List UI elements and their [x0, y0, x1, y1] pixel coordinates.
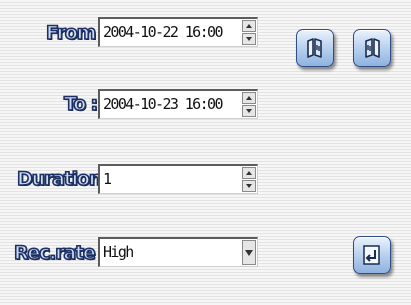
duration-spin-down-button[interactable] [242, 180, 256, 192]
to-spin-down-button[interactable] [242, 105, 256, 117]
from-spinner-buttons[interactable] [242, 20, 256, 45]
jump-start-icon [307, 38, 322, 58]
from-datetime-spinner[interactable]: 2004-10-22 16:00 [98, 17, 258, 47]
enter-icon [363, 245, 380, 265]
jump-end-button[interactable] [353, 29, 391, 67]
from-spin-down-button[interactable] [242, 33, 256, 45]
duration-value[interactable]: 1 [103, 166, 112, 192]
enter-button[interactable] [353, 236, 391, 274]
arrow-up-icon [246, 96, 252, 100]
rec-rate-select[interactable]: High [98, 237, 258, 267]
from-datetime-value[interactable]: 2004-10-22 16:00 [103, 19, 224, 45]
arrow-down-icon [246, 109, 252, 113]
arrow-down-icon [246, 37, 252, 41]
rec-rate-dropdown-button[interactable] [242, 240, 256, 265]
chevron-down-icon [245, 249, 253, 256]
arrow-up-icon [246, 171, 252, 175]
jump-start-button[interactable] [296, 29, 334, 67]
to-spinner-buttons[interactable] [242, 92, 256, 117]
rec-rate-selected-value[interactable]: High [103, 239, 134, 265]
to-datetime-spinner[interactable]: 2004-10-23 16:00 [98, 89, 258, 119]
rec-rate-label: Rec.rate : [13, 241, 108, 265]
jump-end-icon [365, 38, 380, 58]
duration-spinner-buttons[interactable] [242, 167, 256, 192]
duration-spinner[interactable]: 1 [98, 164, 258, 194]
arrow-down-icon [246, 184, 252, 188]
duration-spin-up-button[interactable] [242, 167, 256, 179]
arrow-up-icon [246, 24, 252, 28]
to-label: To : [63, 92, 99, 116]
to-spin-up-button[interactable] [242, 92, 256, 104]
from-spin-up-button[interactable] [242, 20, 256, 32]
to-datetime-value[interactable]: 2004-10-23 16:00 [103, 91, 224, 117]
